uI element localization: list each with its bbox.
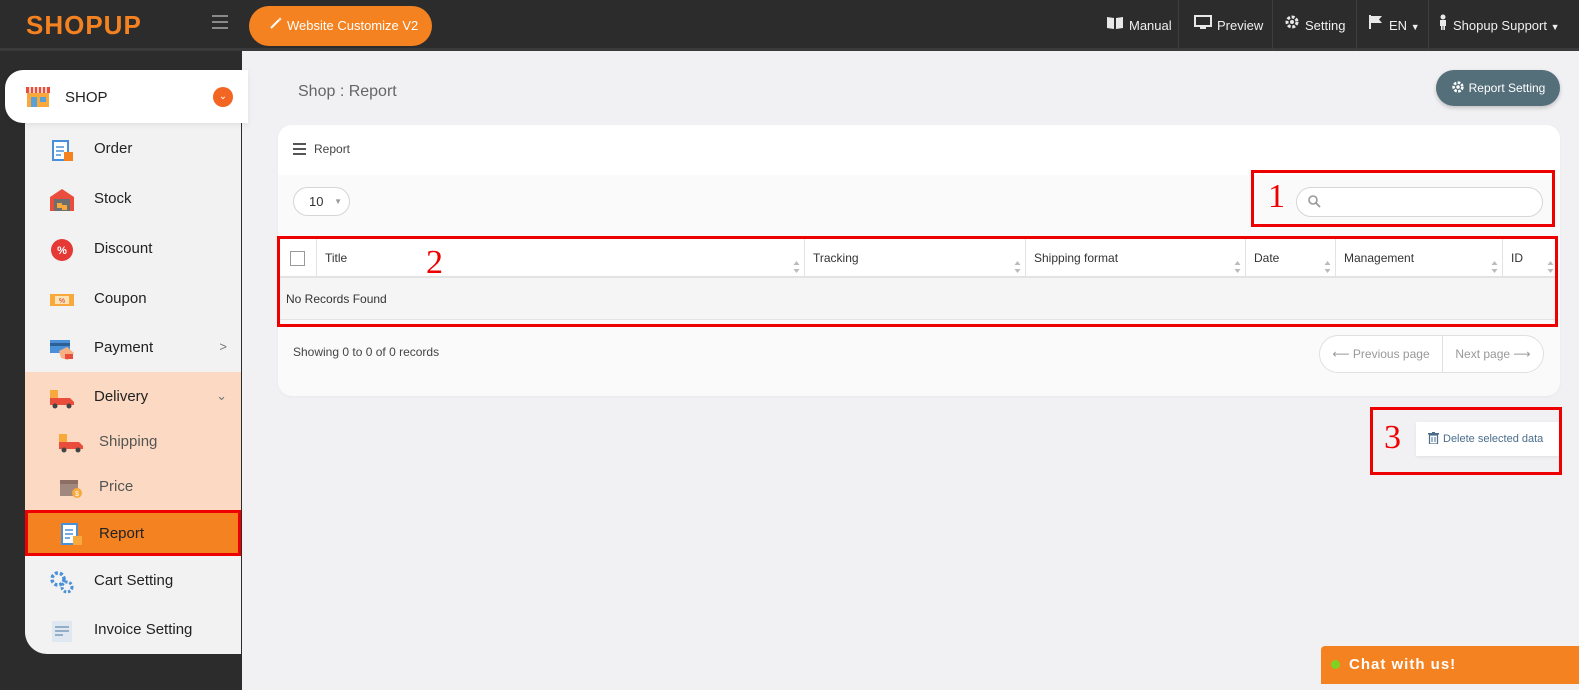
setting-link[interactable]: Setting (1284, 0, 1345, 51)
annotation-box-2 (277, 236, 1558, 327)
gear-icon (1451, 72, 1465, 108)
coupon-icon: % (49, 288, 75, 312)
nav-divider (1178, 0, 1179, 51)
top-navbar: SHOPUP Website Customize V2 Manual Previ… (0, 0, 1579, 51)
sidebar-item-payment[interactable]: Payment > (25, 325, 241, 373)
annotation-number-3: 3 (1384, 419, 1401, 456)
nav-divider (1272, 0, 1273, 51)
pagination: ⟵ Previous page Next page ⟶ (1319, 335, 1544, 373)
sidebar-item-label: Stock (94, 190, 132, 207)
sidebar-item-order[interactable]: Order (25, 126, 241, 174)
nav-divider (1428, 0, 1429, 51)
truck-icon (49, 386, 75, 410)
nav-divider (1356, 0, 1357, 51)
sidebar-item-label: Order (94, 140, 133, 157)
percent-badge-icon: % (49, 238, 75, 262)
sidebar-item-label: Price (99, 478, 134, 495)
report-setting-button[interactable]: Report Setting (1436, 70, 1560, 106)
annotation-number-1: 1 (1268, 178, 1285, 215)
previous-page-button[interactable]: ⟵ Previous page (1320, 336, 1443, 372)
manual-link[interactable]: Manual (1106, 0, 1172, 51)
gear-icon (1284, 0, 1300, 51)
annotation-box-1 (1251, 170, 1555, 227)
user-icon (1438, 0, 1448, 51)
caret-down-icon: ▼ (334, 197, 342, 206)
preview-link[interactable]: Preview (1194, 0, 1263, 51)
chat-widget[interactable]: Chat with us! (1321, 646, 1579, 684)
next-page-button[interactable]: Next page ⟶ (1443, 336, 1543, 372)
annotation-number-2: 2 (426, 244, 443, 281)
clipboard-icon (49, 138, 75, 162)
list-icon (293, 143, 306, 155)
card-title: Report (314, 142, 351, 156)
caret-down-icon: ▼ (1410, 22, 1420, 32)
svg-text:$: $ (75, 491, 79, 498)
box-price-icon: $ (58, 475, 84, 499)
sidebar-shop-header[interactable]: SHOP ⌄ (5, 70, 248, 123)
sidebar-item-discount[interactable]: % Discount (25, 226, 241, 274)
page-title: Shop : Report (298, 83, 397, 100)
sidebar-item-delivery[interactable]: Delivery ⌄ (25, 374, 241, 422)
sidebar-item-label: Report (99, 525, 145, 542)
sidebar-subitem-shipping[interactable]: Shipping (25, 420, 241, 464)
sidebar-item-label: Invoice Setting (94, 621, 193, 638)
sidebar-item-label: Cart Setting (94, 572, 174, 589)
caret-down-icon: ▼ (1550, 22, 1560, 32)
monitor-icon (1194, 0, 1212, 51)
table-info: Showing 0 to 0 of 0 records (293, 345, 440, 359)
report-icon (58, 521, 84, 547)
online-status-dot (1331, 660, 1340, 669)
sidebar-item-stock[interactable]: Stock (25, 176, 241, 224)
gears-icon (49, 570, 75, 594)
page-length-select[interactable]: 10 ▼ (293, 187, 350, 216)
menu-toggle-icon[interactable] (212, 15, 228, 29)
sidebar-item-invoice-setting[interactable]: Invoice Setting (25, 607, 241, 655)
sidebar-shop-label: SHOP (65, 89, 108, 106)
sidebar-item-label: Shipping (99, 433, 158, 450)
flag-icon (1368, 0, 1384, 51)
shopup-logo[interactable]: SHOPUP (26, 10, 142, 41)
sidebar-item-coupon[interactable]: % Coupon (25, 276, 241, 324)
website-customize-button[interactable]: Website Customize V2 (249, 6, 432, 46)
magic-wand-icon (269, 6, 283, 46)
card-header: Report (278, 125, 1560, 175)
payment-icon (49, 337, 75, 361)
sidebar-item-label: Coupon (94, 290, 147, 307)
invoice-icon (49, 619, 75, 643)
sidebar-item-label: Payment (94, 339, 154, 356)
svg-text:%: % (57, 245, 67, 257)
warehouse-icon (49, 188, 75, 212)
sidebar-item-label: Discount (94, 240, 153, 257)
language-dropdown[interactable]: EN ▼ (1368, 0, 1420, 51)
svg-text:%: % (59, 298, 65, 305)
book-icon (1106, 0, 1124, 51)
account-dropdown[interactable]: Shopup Support ▼ (1438, 0, 1560, 51)
truck-icon (58, 430, 84, 454)
sidebar-subitem-price[interactable]: $ Price (25, 465, 241, 509)
chevron-right-icon: > (219, 339, 227, 354)
sidebar-subitem-report[interactable]: Report (25, 510, 241, 556)
sidebar-item-cart-setting[interactable]: Cart Setting (25, 558, 241, 606)
chevron-down-icon[interactable]: ⌄ (213, 87, 233, 107)
chevron-down-icon: ⌄ (216, 388, 227, 403)
store-icon (25, 84, 51, 108)
sidebar-item-label: Delivery (94, 388, 149, 405)
